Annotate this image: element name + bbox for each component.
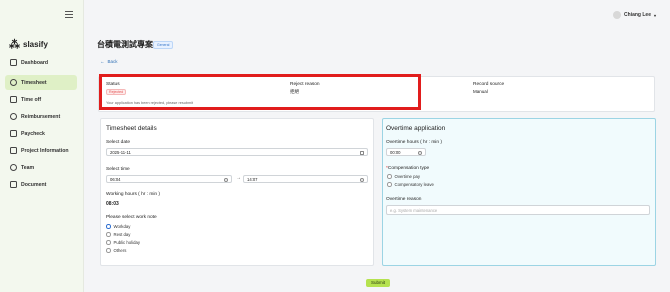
radio-label: Compensatory leave — [394, 182, 434, 187]
overtime-title: Overtime application — [386, 125, 446, 132]
compensation-overtime-pay[interactable]: Overtime pay — [387, 174, 420, 179]
sidebar: ⁂ slasify Dashboard Timesheet Time off R… — [0, 0, 84, 292]
status-message: Your application has been rejected, plea… — [106, 101, 194, 105]
radio-checked-icon — [106, 224, 111, 229]
compensation-type-label: *Compensation type — [386, 166, 429, 171]
clock-icon — [10, 79, 17, 86]
document-icon — [10, 181, 17, 188]
sidebar-item-label: Dashboard — [21, 59, 49, 66]
arrow-left-icon: ← — [100, 59, 105, 64]
timesheet-title: Timesheet details — [106, 125, 157, 132]
status-label: Status — [106, 82, 120, 87]
project-icon — [10, 147, 17, 154]
sidebar-item-label: Team — [21, 164, 35, 171]
calendar-icon — [10, 96, 17, 103]
radio-icon — [106, 232, 111, 237]
work-note-public-holiday[interactable]: Public holiday — [106, 240, 140, 245]
chevron-down-icon: ▾ — [653, 12, 656, 18]
end-time-input[interactable]: 14:07 — [243, 175, 368, 183]
clock-icon — [418, 150, 422, 155]
date-label: Select date — [106, 140, 131, 145]
start-time-value: 06:04 — [110, 177, 121, 182]
record-source-label: Record source — [473, 82, 505, 87]
user-menu[interactable]: Chiang Lee ▾ — [613, 11, 656, 19]
clock-icon — [224, 177, 228, 182]
overtime-hours-label: Overtime hours ( hr : min ) — [386, 140, 442, 145]
sidebar-item-label: Paycheck — [21, 130, 45, 137]
reject-reason-label: Reject reason — [290, 82, 320, 87]
sidebar-item-label: Reimbursement — [21, 113, 61, 120]
start-time-input[interactable]: 06:04 — [106, 175, 232, 183]
overtime-hours-value: 00:00 — [390, 150, 401, 155]
radio-label: Overtime pay — [394, 174, 421, 179]
overtime-reason-placeholder: e.g. System maintenance — [390, 208, 438, 213]
logo-mark-icon: ⁂ — [9, 39, 20, 51]
radio-label: Rest day — [113, 232, 131, 237]
work-note-workday[interactable]: Workday — [106, 224, 130, 229]
radio-label: Public holiday — [113, 240, 141, 245]
dashboard-icon — [10, 59, 17, 66]
time-label: Select time — [106, 167, 130, 172]
clock-icon — [360, 177, 364, 182]
overtime-reason-label: Overtime reason — [386, 197, 422, 202]
work-note-label: Please select work note — [106, 215, 157, 220]
avatar — [613, 11, 622, 19]
working-hours-value: 08:03 — [106, 201, 119, 207]
working-hours-label: Working hours ( hr : min ) — [106, 192, 161, 197]
paycheck-icon — [10, 130, 17, 137]
radio-icon — [387, 174, 392, 179]
collapse-menu-icon[interactable] — [65, 11, 73, 19]
sidebar-item-document[interactable]: Document — [5, 177, 77, 192]
reimbursement-icon — [10, 113, 17, 120]
compensation-compensatory-leave[interactable]: Compensatory leave — [387, 182, 434, 187]
sidebar-item-label: Timesheet — [21, 79, 47, 86]
arrow-right-icon: → — [236, 175, 241, 181]
user-name: Chiang Lee — [624, 12, 651, 18]
back-link[interactable]: ← Back — [100, 59, 118, 64]
record-source-value: Manual — [473, 89, 488, 94]
sidebar-item-project-information[interactable]: Project Information — [5, 143, 77, 158]
logo[interactable]: ⁂ slasify — [9, 38, 48, 51]
work-note-others[interactable]: Others — [106, 248, 126, 253]
radio-icon — [106, 240, 111, 245]
sidebar-item-label: Document — [21, 181, 47, 188]
sidebar-item-team[interactable]: Team — [5, 160, 77, 175]
date-value: 2025-11-11 — [110, 150, 131, 155]
end-time-value: 14:07 — [247, 177, 258, 182]
team-icon — [10, 164, 17, 171]
sidebar-item-timesheet[interactable]: Timesheet — [5, 75, 77, 90]
sidebar-item-dashboard[interactable]: Dashboard — [5, 55, 77, 70]
sidebar-item-paycheck[interactable]: Paycheck — [5, 126, 77, 141]
radio-label: Others — [113, 248, 127, 253]
page-title: 台積電測試專案 — [97, 40, 153, 49]
reject-reason-value: 拒絕 — [290, 89, 299, 94]
compensation-type-text: Compensation type — [387, 166, 430, 171]
logo-text: slasify — [23, 40, 48, 49]
radio-label: Workday — [113, 224, 131, 229]
work-note-rest-day[interactable]: Rest day — [106, 232, 130, 237]
radio-icon — [387, 182, 392, 187]
sidebar-item-time-off[interactable]: Time off — [5, 92, 77, 107]
sidebar-item-label: Project Information — [21, 147, 69, 154]
overtime-reason-input[interactable]: e.g. System maintenance — [386, 205, 650, 215]
sidebar-nav: Dashboard Timesheet Time off Reimburseme… — [5, 55, 77, 194]
calendar-icon — [360, 150, 364, 155]
back-label: Back — [107, 59, 118, 64]
sidebar-item-reimbursement[interactable]: Reimbursement — [5, 109, 77, 124]
submit-button[interactable]: Submit — [366, 279, 390, 287]
project-type-badge: General — [153, 41, 174, 49]
date-input[interactable]: 2025-11-11 — [106, 148, 368, 156]
radio-icon — [106, 248, 111, 253]
status-badge: Rejected — [106, 89, 127, 95]
sidebar-item-label: Time off — [21, 96, 42, 103]
overtime-hours-input[interactable]: 00:00 — [386, 148, 426, 156]
